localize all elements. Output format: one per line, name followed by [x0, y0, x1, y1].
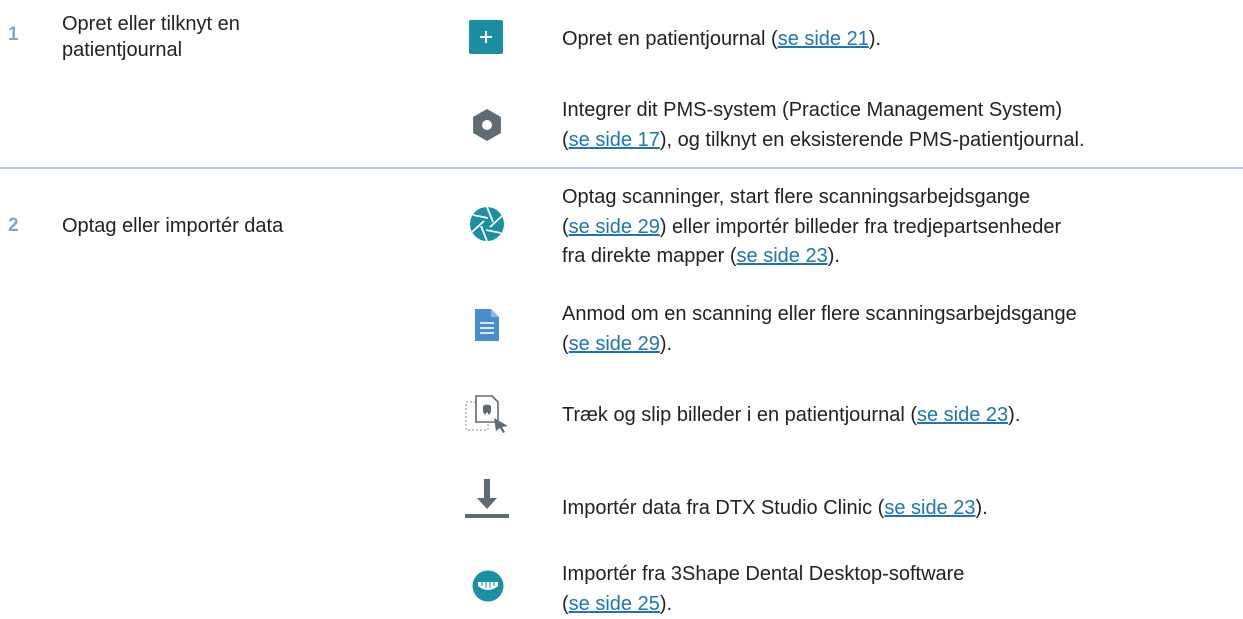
action-text: Træk og slip billeder i en patientjourna… [562, 404, 917, 426]
action-text: Importér fra 3Shape Dental Desktop-softw… [562, 563, 965, 585]
action-drag-drop: Træk og slip billeder i en patientjourna… [562, 401, 1232, 431]
action-request-scan: Anmod om en scanning eller flere scannin… [562, 300, 1242, 359]
action-text: Anmod om en scanning eller flere scannin… [562, 303, 1077, 325]
section-divider [0, 167, 1243, 169]
action-import-3shape: Importér fra 3Shape Dental Desktop-softw… [562, 560, 1232, 619]
action-text: ( [562, 128, 569, 151]
action-text: ). [659, 592, 673, 615]
action-text: ). [868, 28, 882, 50]
page-link[interactable]: se side 29 [569, 216, 660, 238]
action-text: Importér data fra DTX Studio Clinic ( [562, 497, 885, 519]
step-label-2: Optag eller importér data [62, 215, 284, 237]
action-capture-scans: Optag scanninger, start flere scanningsa… [562, 183, 1237, 272]
action-text: ). [975, 497, 988, 519]
action-create-journal: Opret en patientjournal (se side 21). [562, 25, 1232, 55]
action-text: ). [1008, 404, 1021, 426]
3shape-icon[interactable] [472, 570, 504, 602]
action-text: Integrer dit PMS-system (Practice Manage… [562, 99, 1063, 121]
action-text: ). [827, 245, 840, 267]
step-number-1: 1 [8, 24, 19, 45]
action-text: ), og tilknyt en eksisterende PMS-patien… [659, 128, 1085, 151]
action-text: Optag scanninger, start flere scanningsa… [562, 186, 1031, 208]
action-import-dtx: Importér data fra DTX Studio Clinic (se … [562, 494, 1232, 524]
camera-aperture-icon[interactable] [469, 206, 505, 242]
page-link[interactable]: se side 29 [569, 333, 660, 355]
step-number-2: 2 [8, 215, 19, 236]
drag-drop-icon[interactable] [464, 394, 510, 434]
page-link[interactable]: se side 23 [917, 404, 1008, 426]
action-text: ( [562, 332, 569, 355]
download-icon[interactable] [465, 478, 509, 520]
action-integrate-pms: Integrer dit PMS-system (Practice Manage… [562, 96, 1237, 155]
action-text: ). [659, 332, 673, 355]
document-icon[interactable] [475, 309, 499, 341]
page-link[interactable]: se side 21 [778, 28, 869, 50]
page-link[interactable]: se side 17 [569, 129, 660, 151]
step-label-1: Opret eller tilknyt en patientjournal [62, 13, 240, 61]
action-text: Opret en patientjournal ( [562, 28, 778, 50]
action-text: ) eller importér billeder fra tredjepart… [659, 215, 1062, 238]
gear-icon[interactable] [470, 108, 504, 142]
page-link[interactable]: se side 23 [884, 497, 975, 519]
action-text: ( [562, 592, 569, 615]
plus-icon[interactable] [469, 20, 503, 54]
page-link[interactable]: se side 23 [737, 245, 828, 267]
page-link[interactable]: se side 25 [569, 593, 660, 615]
action-text: fra direkte mapper ( [562, 245, 737, 267]
action-text: ( [562, 215, 569, 238]
